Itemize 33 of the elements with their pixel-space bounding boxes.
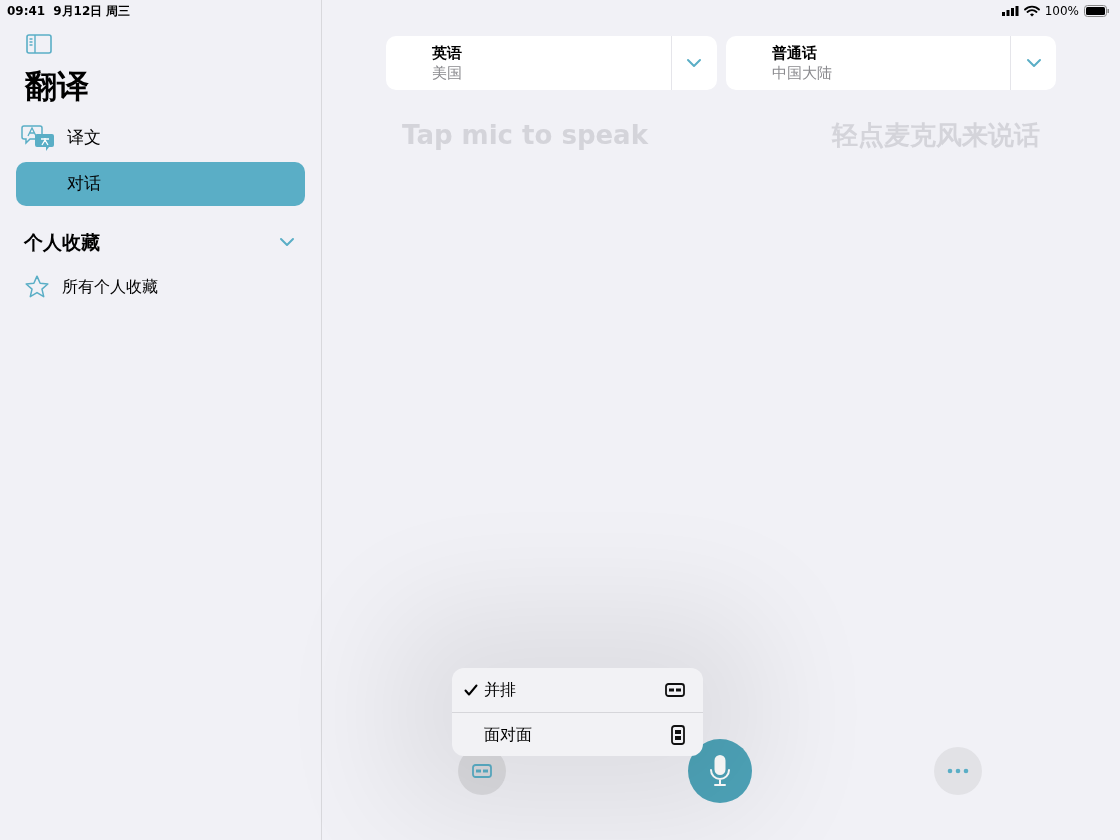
more-icon [947,768,969,774]
battery-icon [1084,5,1110,17]
sidebar-item[interactable]: 对话 [16,162,305,206]
face-to-face-icon [671,724,685,745]
wifi-icon [1023,5,1040,17]
speech-bubbles-icon [21,124,55,152]
chevron-down-icon [279,237,295,248]
checkmark-icon [464,684,478,696]
language-picker[interactable]: 英语 美国 [386,36,717,90]
chevron-down-icon [686,58,702,68]
section-title: 个人收藏 [24,230,100,255]
side-by-side-icon [472,764,492,778]
section-toggle[interactable] [279,237,295,248]
menu-item[interactable]: 并排 [452,668,703,712]
microphone-icon [709,755,731,787]
language-name: 普通话 [771,43,817,63]
status-date: 9月12日 周三 [53,3,131,20]
battery-percent: 100% [1044,3,1079,20]
menu-item[interactable]: 面对面 [452,712,703,756]
language-picker[interactable]: 普通话 中国大陆 [725,36,1056,90]
sidebar-item[interactable]: 译文 [16,116,305,160]
side-by-side-icon [665,683,685,697]
status-time: 09:41 [7,3,46,20]
star-icon [24,273,50,300]
chevron-down-icon [1025,58,1042,68]
sidebar-toggle-icon[interactable] [26,34,52,54]
language-region: 美国 [432,63,462,83]
language-name: 英语 [432,43,462,63]
more-button[interactable] [934,747,982,795]
sidebar-title: 翻译 [23,66,90,107]
language-region: 中国大陆 [771,63,832,83]
favorites-item[interactable]: 所有个人收藏 [16,266,305,307]
signal-icon [1001,6,1019,16]
